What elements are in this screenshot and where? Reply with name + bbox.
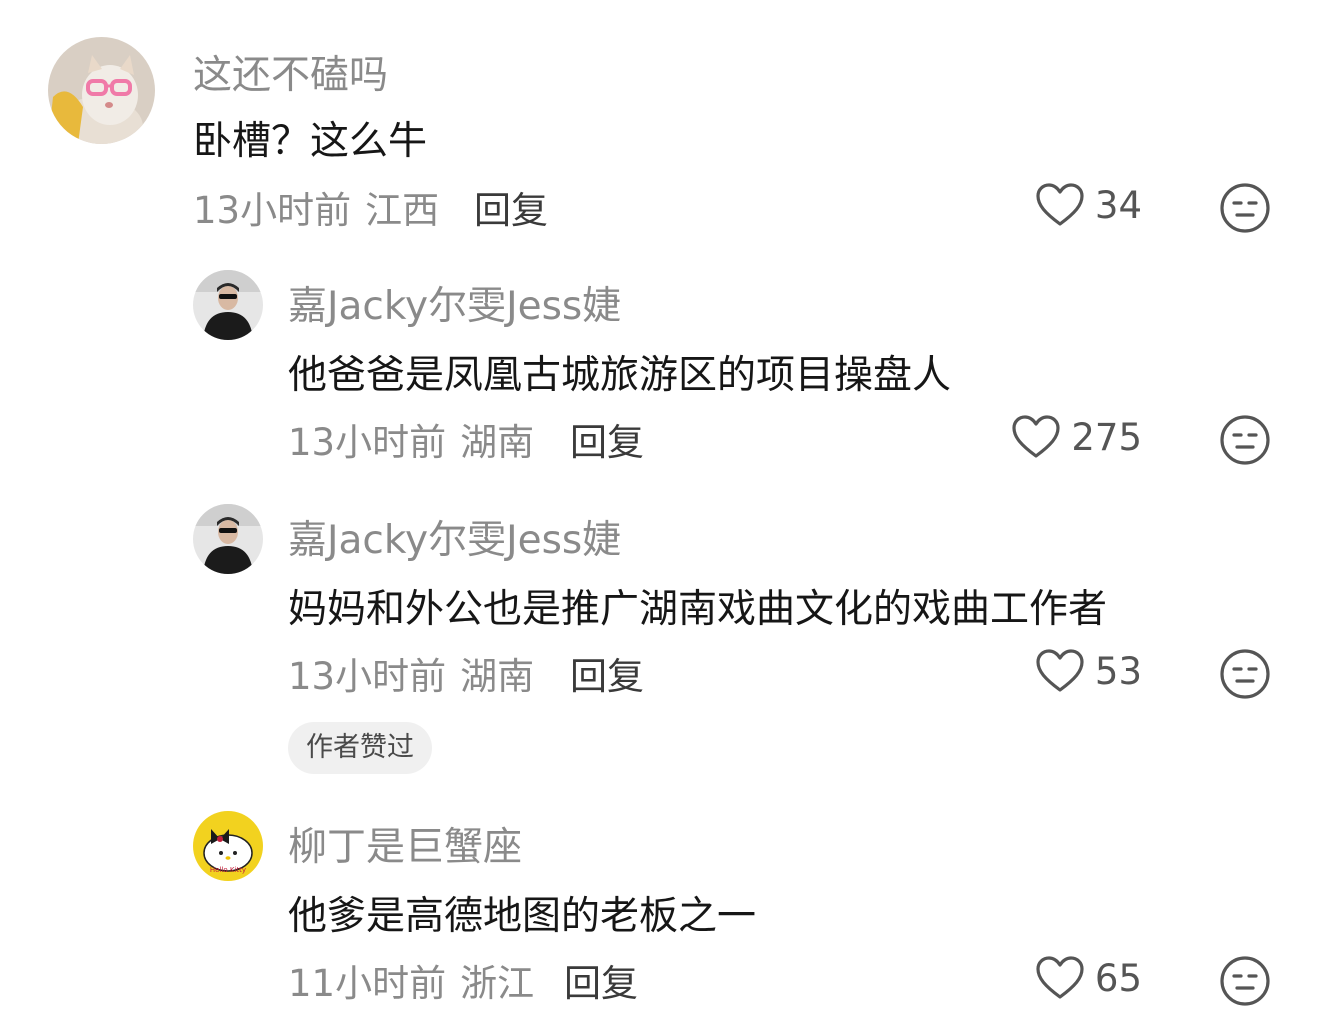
avatar[interactable] <box>193 504 263 574</box>
heart-outline-icon <box>1036 183 1084 226</box>
like-button[interactable]: 34 <box>1035 182 1142 228</box>
heart-outline-icon <box>1036 956 1084 999</box>
username[interactable]: 这还不磕吗 <box>193 44 388 100</box>
comment-meta: 13小时前 湖南 <box>288 412 534 466</box>
comment-location: 江西 <box>365 189 440 232</box>
comment-text: 他爸爸是凤凰古城旅游区的项目操盘人 <box>288 353 952 398</box>
comment-text: 他爹是高德地图的老板之一 <box>288 894 757 939</box>
comment-location: 湖南 <box>460 655 535 698</box>
comment-time: 13小时前 <box>193 189 352 232</box>
neutral-face-icon <box>1220 415 1270 465</box>
username[interactable]: 柳丁是巨蟹座 <box>288 816 522 872</box>
comment-time: 13小时前 <box>288 421 447 464</box>
like-button[interactable]: 275 <box>1011 414 1142 460</box>
neutral-face-icon <box>1220 956 1270 1006</box>
comment-location: 湖南 <box>460 421 535 464</box>
username[interactable]: 嘉Jacky尔雯Jess婕 <box>288 275 621 331</box>
heart-outline-icon <box>1036 649 1084 692</box>
like-count: 65 <box>1094 956 1142 1000</box>
like-button[interactable]: 53 <box>1035 648 1142 694</box>
heart-outline-icon <box>1012 415 1060 458</box>
like-count: 53 <box>1094 649 1142 693</box>
comment-meta: 13小时前 江西 <box>193 180 439 234</box>
comment-time: 11小时前 <box>288 962 447 1005</box>
avatar-logo-text: Hello Kitty <box>210 866 246 874</box>
dislike-button[interactable] <box>1219 414 1271 470</box>
comment-text: 卧槽？这么牛 <box>193 119 428 164</box>
avatar[interactable]: Hello Kitty <box>193 811 263 881</box>
comment-meta: 13小时前 湖南 <box>288 646 534 700</box>
neutral-face-icon <box>1220 183 1270 233</box>
like-button[interactable]: 65 <box>1035 955 1142 1001</box>
neutral-face-icon <box>1220 649 1270 699</box>
comment-time: 13小时前 <box>288 655 447 698</box>
reply-button[interactable]: 回复 <box>564 953 638 1007</box>
reply-button[interactable]: 回复 <box>474 180 548 234</box>
dislike-button[interactable] <box>1219 182 1271 238</box>
reply-button[interactable]: 回复 <box>570 646 644 700</box>
dislike-button[interactable] <box>1219 955 1271 1011</box>
avatar[interactable] <box>193 270 263 340</box>
dislike-button[interactable] <box>1219 648 1271 704</box>
avatar[interactable] <box>48 37 155 144</box>
like-count: 275 <box>1071 415 1142 459</box>
username[interactable]: 嘉Jacky尔雯Jess婕 <box>288 509 621 565</box>
author-liked-badge: 作者赞过 <box>288 722 432 774</box>
comment-location: 浙江 <box>460 962 535 1005</box>
reply-button[interactable]: 回复 <box>570 412 644 466</box>
like-count: 34 <box>1094 183 1142 227</box>
comment-text: 妈妈和外公也是推广湖南戏曲文化的戏曲工作者 <box>288 587 1108 632</box>
comment-meta: 11小时前 浙江 <box>288 953 534 1007</box>
